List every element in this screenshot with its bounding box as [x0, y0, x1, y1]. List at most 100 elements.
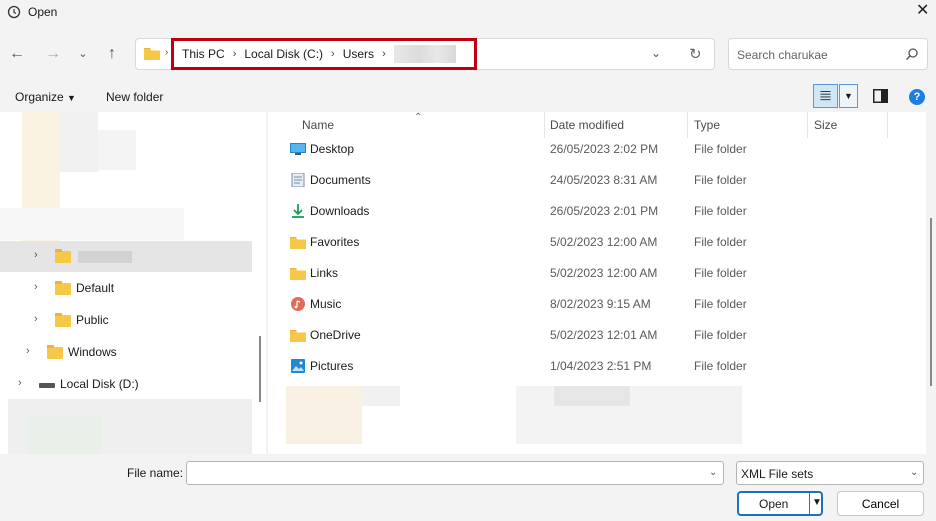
command-bar: Organize ▼ New folder — [0, 83, 936, 111]
tree-item-label: Public — [76, 313, 109, 327]
chevron-right-icon: › — [165, 47, 169, 58]
redacted-region — [554, 386, 630, 406]
file-name: Favorites — [310, 235, 360, 249]
file-row-onedrive[interactable]: OneDrive 5/02/2023 12:01 AM File folder — [286, 320, 886, 351]
chevron-down-icon[interactable]: ⌄ — [709, 467, 717, 478]
file-name: Documents — [310, 173, 371, 187]
scrollbar-thumb[interactable] — [930, 218, 932, 386]
file-row-pictures[interactable]: Pictures 1/04/2023 2:51 PM File folder — [286, 351, 886, 382]
file-date: 5/02/2023 12:00 AM — [550, 266, 658, 280]
file-type: File folder — [694, 235, 747, 249]
search-icon[interactable] — [905, 47, 919, 61]
tree-item-local-disk-d[interactable]: › Local Disk (D:) — [0, 369, 252, 400]
chevron-down-icon[interactable]: ⌄ — [651, 46, 661, 60]
scrollbar-thumb[interactable] — [259, 336, 261, 402]
file-row-favorites[interactable]: Favorites 5/02/2023 12:00 AM File folder — [286, 227, 886, 258]
file-row-links[interactable]: Links 5/02/2023 12:00 AM File folder — [286, 258, 886, 289]
chevron-right-icon[interactable]: › — [382, 48, 386, 60]
split-divider — [809, 493, 810, 514]
tree-item-default[interactable]: › Default — [0, 273, 252, 304]
file-name: Music — [310, 297, 342, 311]
redacted-region — [0, 208, 184, 240]
file-row-downloads[interactable]: Downloads 26/05/2023 2:01 PM File folder — [286, 196, 886, 227]
open-file-dialog: Open ✕ ← → ⌄ ↑ › This PC › Local Disk (C… — [0, 0, 936, 521]
forward-arrow-icon[interactable]: → — [43, 45, 63, 63]
clock-icon — [7, 5, 21, 19]
organize-button[interactable]: Organize ▼ — [15, 90, 76, 104]
file-date: 1/04/2023 2:51 PM — [550, 359, 652, 373]
chevron-right-icon[interactable]: › — [18, 377, 22, 389]
breadcrumb-this-pc[interactable]: This PC — [182, 47, 225, 61]
file-row-desktop[interactable]: Desktop 26/05/2023 2:02 PM File folder — [286, 134, 886, 165]
folder-icon — [55, 281, 71, 295]
list-view-icon — [820, 90, 831, 101]
tree-item-label: Default — [76, 281, 115, 295]
tree-item-windows[interactable]: › Windows — [0, 337, 252, 368]
file-type-value: XML File sets — [741, 467, 814, 481]
folder-icon — [55, 313, 71, 327]
new-folder-button[interactable]: New folder — [106, 90, 163, 104]
details-view-button[interactable] — [813, 84, 838, 108]
tree-item-redacted-user[interactable]: › — [0, 241, 252, 272]
tree-item-label: Windows — [68, 345, 117, 359]
file-name: Downloads — [310, 204, 370, 218]
breadcrumb-redacted-user[interactable] — [393, 45, 456, 63]
address-bar[interactable]: › This PC › Local Disk (C:) › Users › ⌄ … — [135, 38, 715, 70]
file-name: Pictures — [310, 359, 354, 373]
navigation-pane[interactable]: › › Default › Public › Windows › Local D… — [0, 112, 266, 454]
file-date: 8/02/2023 9:15 AM — [550, 297, 651, 311]
file-date: 5/02/2023 12:00 AM — [550, 235, 658, 249]
redacted-region — [60, 112, 98, 172]
tree-item-label: Local Disk (D:) — [60, 377, 139, 391]
search-box[interactable]: Search charukae — [728, 38, 928, 70]
chevron-right-icon[interactable]: › — [34, 249, 38, 261]
folder-icon — [290, 237, 306, 249]
chevron-right-icon[interactable]: › — [233, 48, 237, 60]
chevron-right-icon[interactable]: › — [26, 345, 30, 357]
file-type: File folder — [694, 297, 747, 311]
redacted-region — [28, 417, 102, 454]
file-date: 26/05/2023 2:01 PM — [550, 204, 659, 218]
folder-icon — [144, 48, 160, 60]
redacted-region — [98, 130, 136, 170]
help-icon[interactable]: ? — [909, 89, 925, 105]
chevron-right-icon[interactable]: › — [34, 313, 38, 325]
file-type: File folder — [694, 204, 747, 218]
file-date: 26/05/2023 2:02 PM — [550, 142, 659, 156]
file-name: Links — [310, 266, 339, 280]
column-divider[interactable] — [887, 112, 888, 138]
preview-pane-icon[interactable] — [873, 89, 888, 103]
close-icon[interactable]: ✕ — [916, 3, 929, 19]
caret-down-icon[interactable]: ▼ — [812, 497, 822, 508]
file-row-documents[interactable]: Documents 24/05/2023 8:31 AM File folder — [286, 165, 886, 196]
redacted-region — [362, 386, 400, 406]
pictures-folder-icon — [291, 359, 305, 373]
breadcrumb: This PC › Local Disk (C:) › Users › — [171, 38, 477, 70]
chevron-right-icon[interactable]: › — [34, 281, 38, 293]
up-arrow-icon[interactable]: ↑ — [102, 45, 122, 63]
cancel-button[interactable]: Cancel — [837, 491, 924, 516]
breadcrumb-local-disk-c[interactable]: Local Disk (C:) — [244, 47, 323, 61]
file-type: File folder — [694, 359, 747, 373]
open-button[interactable]: Open ▼ — [737, 491, 823, 516]
file-name-label: File name: — [127, 466, 184, 480]
search-input[interactable]: Search charukae — [737, 48, 828, 62]
chevron-right-icon[interactable]: › — [331, 48, 335, 60]
view-options-chevron-icon[interactable]: ▼ — [839, 84, 858, 108]
music-folder-icon — [291, 297, 305, 311]
tree-item-public[interactable]: › Public — [0, 305, 252, 336]
redacted-region — [286, 386, 362, 444]
file-row-music[interactable]: Music 8/02/2023 9:15 AM File folder — [286, 289, 886, 320]
refresh-icon[interactable]: ↻ — [689, 45, 702, 63]
chevron-down-icon: ⌄ — [910, 467, 919, 478]
file-list-pane[interactable]: ⌃ Name Date modified Type Size Desktop 2… — [268, 112, 926, 454]
file-type: File folder — [694, 173, 747, 187]
window-title: Open — [28, 5, 58, 19]
title-bar: Open ✕ — [0, 0, 936, 26]
folder-icon — [47, 345, 63, 359]
breadcrumb-users[interactable]: Users — [343, 47, 374, 61]
back-arrow-icon[interactable]: ← — [7, 45, 27, 63]
file-type-select[interactable]: XML File sets ⌄ — [736, 461, 924, 485]
recent-locations-chevron-icon[interactable]: ⌄ — [73, 45, 93, 63]
file-name-field[interactable] — [186, 461, 724, 485]
